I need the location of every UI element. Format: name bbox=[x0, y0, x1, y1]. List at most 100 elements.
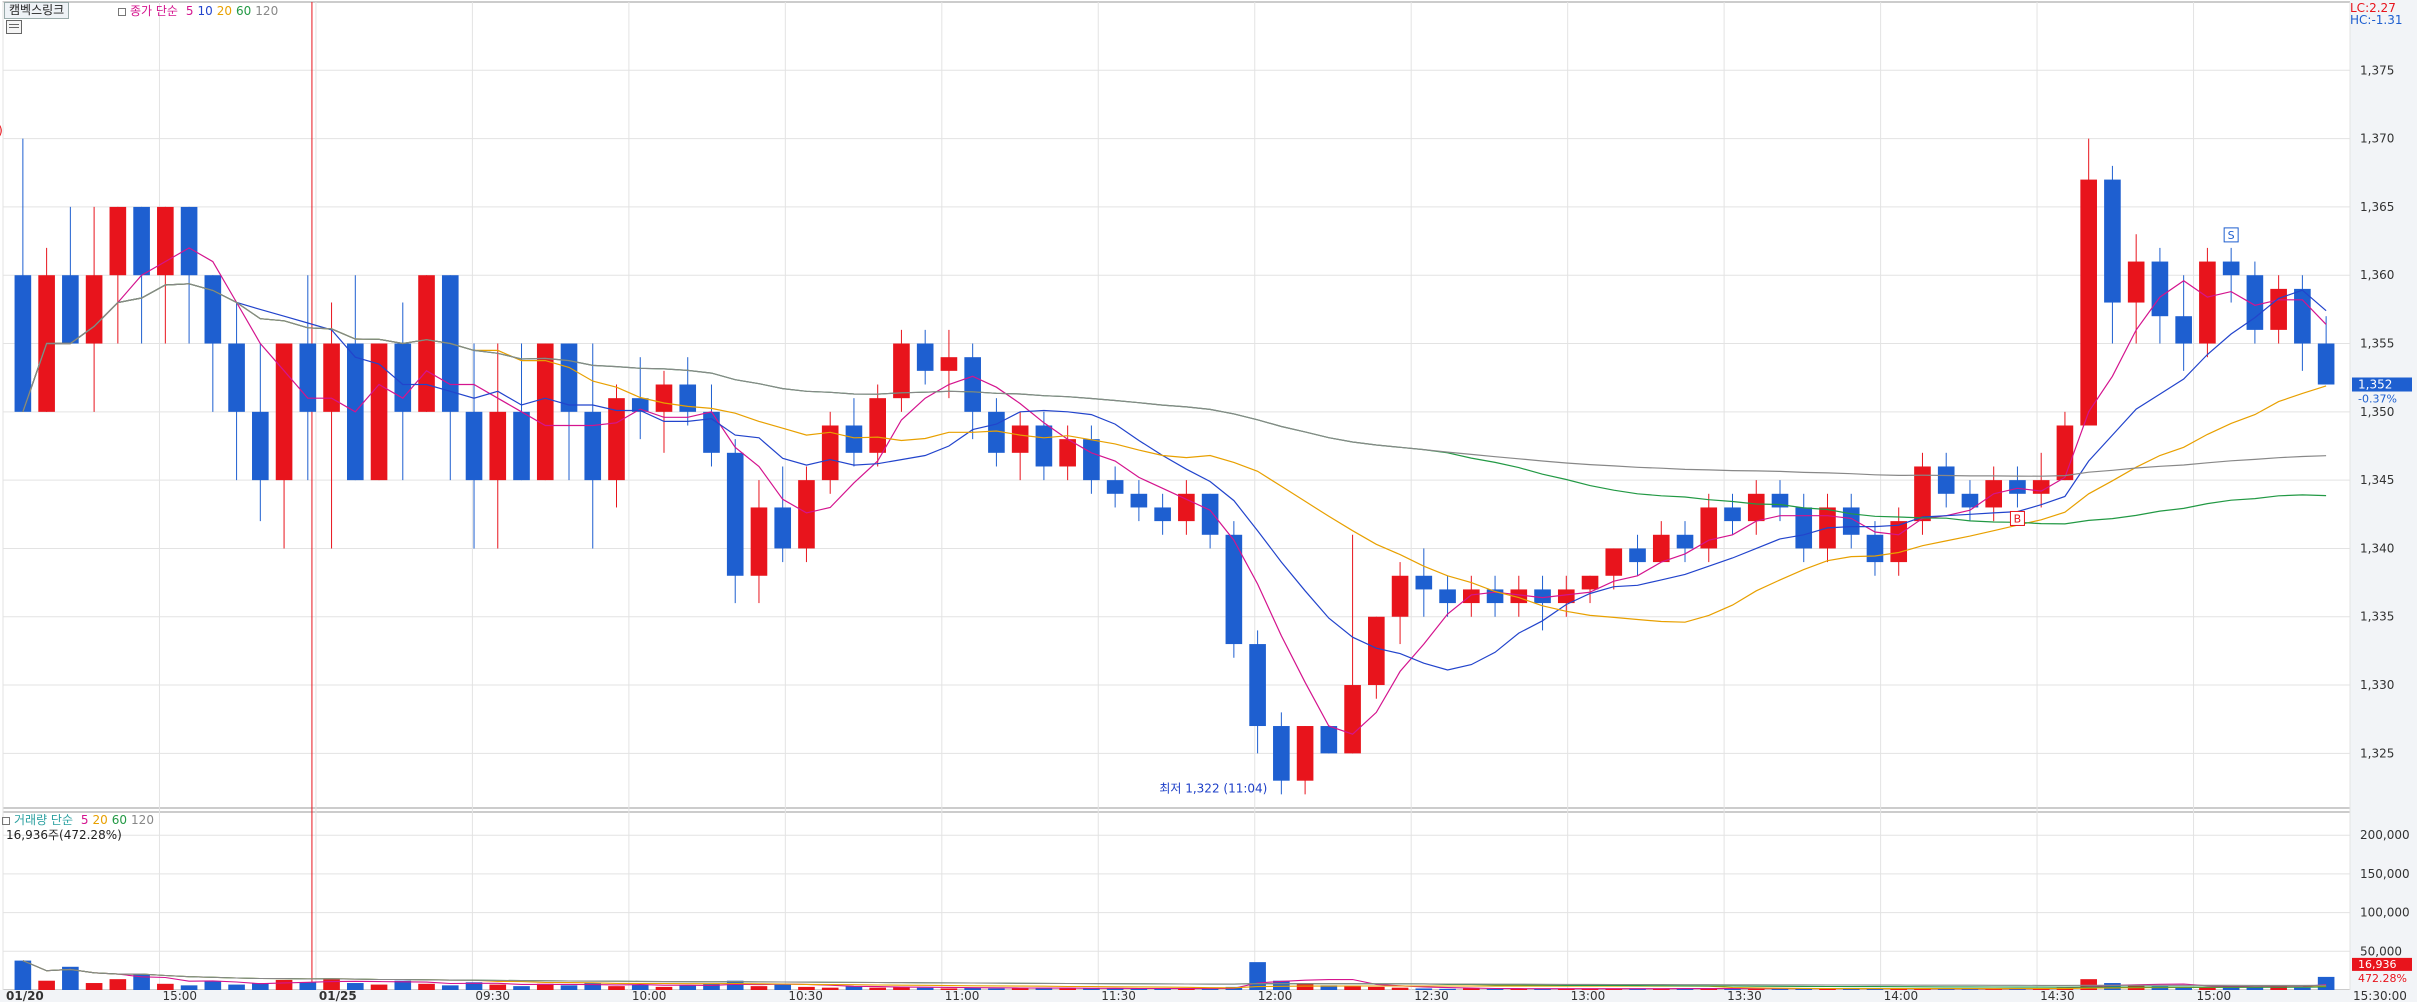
stock-name-tab[interactable]: 캠벡스링크 bbox=[4, 2, 70, 19]
price-tick-label: 1,370 bbox=[2360, 132, 2394, 146]
volume-bar bbox=[204, 981, 222, 990]
candle-body bbox=[655, 384, 673, 412]
legend-period-10: 10 bbox=[197, 4, 213, 18]
time-tick-label: 01/20 bbox=[6, 989, 44, 1002]
candle-body bbox=[1154, 507, 1171, 522]
volume-bar bbox=[631, 984, 649, 990]
volume-bar bbox=[655, 986, 673, 990]
volume-bar bbox=[821, 987, 839, 990]
candle-body bbox=[2294, 288, 2311, 344]
volume-bar bbox=[988, 988, 1005, 990]
candle-body bbox=[1201, 493, 1219, 535]
volume-bar bbox=[346, 983, 364, 990]
candle-body bbox=[1130, 493, 1148, 508]
candle-body bbox=[2199, 261, 2216, 344]
volume-bar bbox=[798, 986, 815, 990]
volume-bar bbox=[1249, 962, 1266, 990]
candle-body bbox=[180, 206, 198, 276]
volume-bar bbox=[228, 984, 245, 990]
current-price-label: 1,352 bbox=[2358, 378, 2392, 392]
candle-body bbox=[252, 411, 269, 481]
time-tick-label: 12:00 bbox=[1258, 989, 1293, 1002]
candle-body bbox=[1249, 644, 1266, 727]
candle-body bbox=[465, 411, 483, 481]
price-tick-label: 1,360 bbox=[2360, 268, 2394, 282]
candle-body bbox=[14, 275, 32, 412]
price-tick-label: 1,355 bbox=[2360, 337, 2394, 351]
candle-body bbox=[1368, 616, 1385, 686]
candle-body bbox=[964, 357, 981, 412]
volume-bar bbox=[608, 986, 625, 990]
time-tick-label: 11:30 bbox=[1101, 989, 1136, 1002]
volume-tick-label: 150,000 bbox=[2360, 867, 2410, 881]
volume-bar bbox=[1368, 986, 1385, 990]
stock-chart[interactable]: 1,325 1,330 1,335 1,340 1,345 1,350 1,355 1,360… bbox=[0, 0, 2417, 1002]
volume-bar bbox=[180, 985, 198, 990]
candle-body bbox=[1747, 493, 1765, 522]
buy-marker-label: B bbox=[2014, 512, 2022, 525]
candle-body bbox=[1059, 439, 1076, 467]
volume-bar bbox=[323, 978, 340, 990]
volume-bar bbox=[869, 987, 886, 990]
volume-bar bbox=[1035, 988, 1053, 990]
volume-bar bbox=[774, 984, 792, 990]
candle-body bbox=[1676, 534, 1694, 549]
time-tick-label: 15:00 bbox=[2197, 989, 2232, 1002]
time-tick-label: 10:30 bbox=[788, 989, 823, 1002]
current-volume-text: 16,936주(472.28%) bbox=[6, 828, 122, 842]
volume-bar bbox=[2317, 976, 2335, 990]
time-tick-label: 10:00 bbox=[632, 989, 667, 1002]
candle-body bbox=[869, 398, 886, 453]
candle-body bbox=[703, 411, 720, 453]
volume-bar bbox=[109, 979, 127, 990]
time-tick-label: 12:30 bbox=[1414, 989, 1449, 1002]
candle-body bbox=[1534, 589, 1551, 604]
candle-body bbox=[1296, 726, 1314, 781]
volume-bar bbox=[750, 986, 768, 990]
price-tick-label: 1,330 bbox=[2360, 678, 2394, 692]
volume-bar bbox=[275, 979, 293, 990]
volume-tick-label: 100,000 bbox=[2360, 906, 2410, 920]
high-price-annotation: 최고 1,370 (14:26) bbox=[0, 124, 3, 138]
volume-legend-label: 거래량 단순 bbox=[14, 813, 74, 827]
candle-body bbox=[2009, 480, 2026, 494]
candle-body bbox=[1011, 425, 1029, 453]
price-legend: 종가 단순 5 10 20 60 120 bbox=[118, 2, 282, 19]
volume-bar bbox=[2199, 987, 2216, 990]
volume-legend-period-120: 120 bbox=[131, 813, 154, 827]
candle-body bbox=[299, 343, 317, 412]
price-tick-label: 1,350 bbox=[2360, 405, 2394, 419]
legend-toggle-icon[interactable] bbox=[2, 816, 10, 825]
time-tick-label: 14:00 bbox=[1884, 989, 1919, 1002]
candle-body bbox=[845, 425, 863, 453]
candle-body bbox=[1795, 507, 1813, 549]
candle-body bbox=[1273, 726, 1290, 781]
candle-body bbox=[560, 343, 578, 412]
time-tick-label: 01/25 bbox=[319, 989, 357, 1002]
time-tick-label: 15:30:00 bbox=[2353, 989, 2407, 1002]
candle-body bbox=[1557, 589, 1575, 604]
candle-body bbox=[774, 507, 792, 549]
price-tick-label: 1,375 bbox=[2360, 63, 2394, 77]
legend-toggle-icon[interactable] bbox=[118, 7, 126, 16]
time-tick-label: 14:30 bbox=[2040, 989, 2075, 1002]
candle-body bbox=[1391, 575, 1409, 617]
volume-legend-period-60: 60 bbox=[111, 813, 128, 827]
volume-bar bbox=[418, 983, 435, 990]
chart-canvas[interactable]: 1,325 1,330 1,335 1,340 1,345 1,350 1,355 1,360… bbox=[0, 0, 2417, 1002]
candle-body bbox=[1035, 425, 1053, 467]
chart-settings-icon[interactable] bbox=[6, 20, 22, 34]
candle-body bbox=[1178, 493, 1195, 522]
candle-body bbox=[2270, 288, 2287, 330]
candle-body bbox=[1937, 466, 1955, 494]
candle-body bbox=[2056, 425, 2074, 481]
volume-bar bbox=[916, 987, 934, 990]
candle-body bbox=[418, 275, 435, 412]
price-tick-label: 1,325 bbox=[2360, 746, 2394, 760]
volume-bar bbox=[560, 985, 578, 990]
candle-body bbox=[85, 275, 103, 344]
price-tick-label: 1,345 bbox=[2360, 473, 2394, 487]
volume-bar bbox=[2294, 987, 2311, 990]
candle-body bbox=[2175, 316, 2192, 344]
candle-body bbox=[513, 411, 530, 481]
